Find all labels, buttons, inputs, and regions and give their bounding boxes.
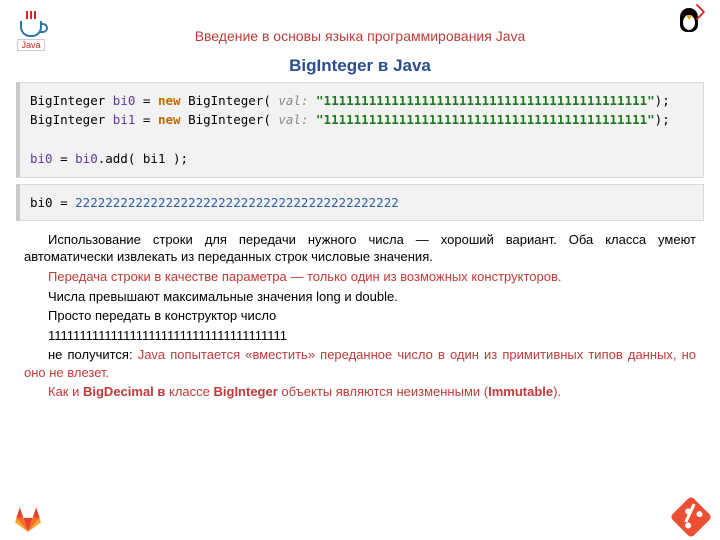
paragraph: Просто передать в конструктор число <box>24 307 696 325</box>
page-title: BigInteger в Java <box>0 56 720 76</box>
code-block-declaration: BigInteger bi0 = new BigInteger( val: "1… <box>16 82 704 178</box>
paragraph: не получится: Java попытается «вместить»… <box>24 346 696 381</box>
code-block-result: bi0 = 2222222222222222222222222222222222… <box>16 184 704 221</box>
body-text: Использование строки для передачи нужног… <box>0 231 720 419</box>
paragraph: Использование строки для передачи нужног… <box>24 231 696 266</box>
git-icon <box>670 496 712 538</box>
paragraph: Как и BigDecimal в классе BigInteger объ… <box>24 383 696 401</box>
paragraph: Передача строки в качестве параметра — т… <box>24 268 696 286</box>
paragraph: Числа превышают максимальные значения lo… <box>24 288 696 306</box>
course-title: Введение в основы языка программирования… <box>0 28 720 44</box>
paragraph-number: 11111111111111111111111111111111111111 <box>24 327 696 345</box>
gitlab-icon <box>14 506 42 532</box>
